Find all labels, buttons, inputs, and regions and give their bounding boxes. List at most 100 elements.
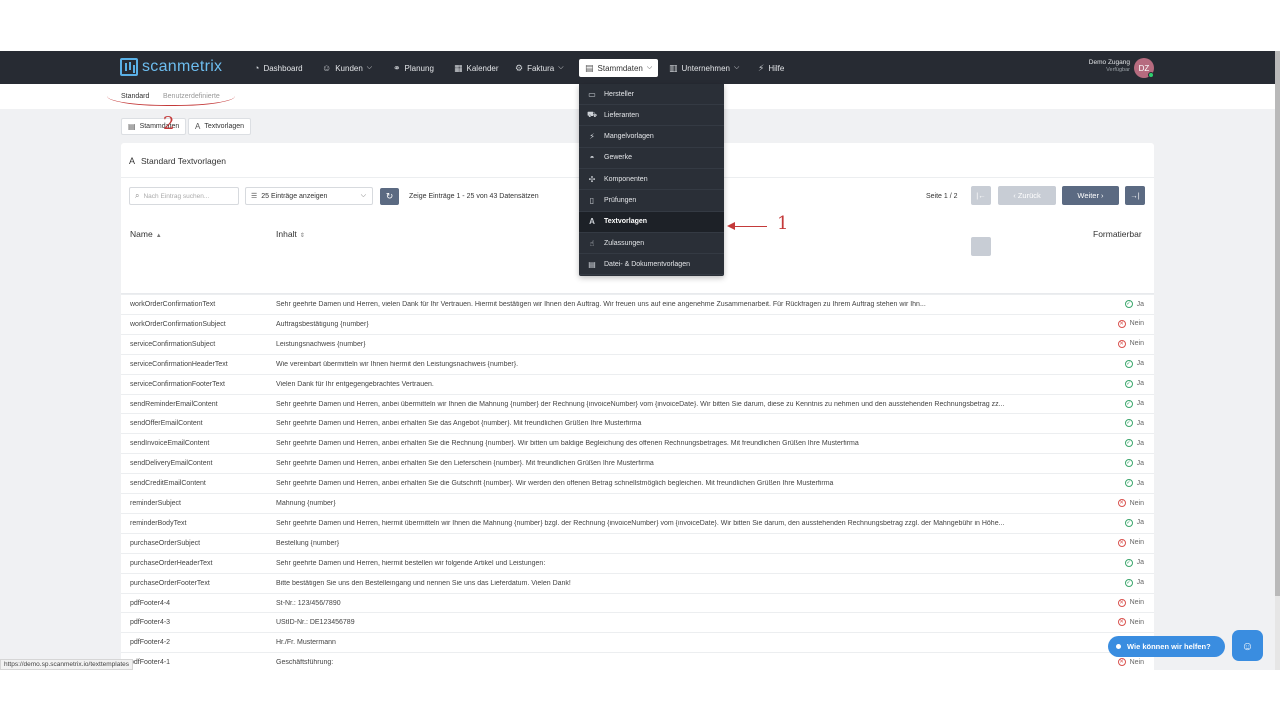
- table-row[interactable]: purchaseOrderSubject Bestellung {number} ✕…: [121, 532, 1154, 553]
- check-circle-icon: ✓: [1124, 359, 1133, 368]
- textvorlagen-button[interactable]: A Textvorlagen: [188, 118, 252, 135]
- cell-formatable: ✕Nein: [1117, 658, 1144, 667]
- dashboard-icon: ◔: [254, 63, 260, 73]
- table-row[interactable]: workOrderConfirmationSubject Auftragsbest…: [121, 313, 1154, 334]
- calendar-icon: ▦: [454, 62, 463, 73]
- table-row[interactable]: serviceConfirmationFooterText Vielen Dank…: [121, 373, 1154, 394]
- x-circle-icon: ✕: [1117, 319, 1126, 328]
- table-row[interactable]: workOrderConfirmationText Sehr geehrte Da…: [121, 294, 1154, 314]
- formatable-label: Nein: [1129, 539, 1144, 547]
- truck-icon: ⛟: [587, 110, 598, 120]
- brand-logo[interactable]: scanmetrix: [120, 58, 222, 76]
- cell-formatable: ✕Nein: [1117, 319, 1144, 328]
- dropdown-item-label: Hersteller: [604, 90, 634, 98]
- dropdown-item-textvorlagen[interactable]: A Textvorlagen: [579, 211, 724, 233]
- table-row[interactable]: purchaseOrderFooterText Bitte bestätigen …: [121, 572, 1154, 593]
- dropdown-item-lieferanten[interactable]: ⛟ Lieferanten: [579, 105, 724, 127]
- nav-hilfe[interactable]: ⚡ Hilfe: [758, 59, 784, 77]
- formatable-label: Nein: [1129, 340, 1144, 348]
- cell-formatable: ✓ Ja: [1124, 439, 1144, 448]
- table-row[interactable]: pdfFooter4-3 UStID-Nr.: DE123456789 ✕ Nein: [121, 612, 1154, 632]
- dropdown-item-komponenten[interactable]: ✣ Komponenten: [579, 169, 724, 191]
- first-page-button[interactable]: [971, 237, 991, 256]
- table-row[interactable]: purchaseOrderHeaderText Sehr geehrte Dame…: [121, 552, 1154, 573]
- column-header-name-label: Name: [130, 229, 153, 239]
- screenshot-stage: scanmetrix ◔ Dashboard ☺ Kunden ⌵ ⚭ Plan…: [0, 0, 1280, 720]
- chevron-right-icon: ›: [1098, 191, 1104, 200]
- dropdown-item-mangelvorlagen[interactable]: ⚡ Mangelvorlagen: [579, 127, 724, 148]
- formatable-label: Ja: [1136, 400, 1144, 407]
- chat-prompt-bubble[interactable]: Wie können wir helfen?: [1108, 636, 1225, 657]
- nav-dashboard[interactable]: ◔ Dashboard: [254, 59, 303, 77]
- column-header-formatierbar[interactable]: Formatierbar: [1093, 229, 1142, 239]
- formatable-label: Ja: [1136, 439, 1144, 447]
- dropdown-item-gewerke[interactable]: ◓ Gewerke: [579, 148, 724, 169]
- chat-open-button[interactable]: ☺: [1232, 630, 1263, 661]
- formatable-label: Ja: [1136, 360, 1144, 368]
- nav-unternehmen[interactable]: ▥ Unternehmen ⌵: [669, 59, 739, 77]
- cell-formatable: ✕Nein: [1117, 618, 1144, 627]
- last-page-button[interactable]: →|: [1125, 186, 1145, 205]
- nav-stammdaten[interactable]: ▤ Stammdaten ⌵: [579, 59, 659, 77]
- nav-faktura[interactable]: ⚙ Faktura ⌵: [515, 59, 564, 77]
- formatable-label: Ja: [1136, 300, 1144, 308]
- cell-formatable: ✓ Ja: [1124, 419, 1144, 428]
- column-header-inhalt[interactable]: Inhalt ⇕: [276, 229, 305, 239]
- x-circle-icon: ✕: [1117, 598, 1126, 607]
- cell-content: Sehr geehrte Damen und Herren, hiermit ü…: [276, 519, 1005, 527]
- table-row[interactable]: reminderSubject Mahnung {number} ✕ Nein: [121, 493, 1154, 513]
- table-row[interactable]: pdfFooter4-1 Geschäftsführung: ✕ Nein: [121, 652, 1154, 670]
- table-row[interactable]: reminderBodyText Sehr geehrte Damen und H…: [121, 512, 1154, 533]
- next-page-button[interactable]: Weiter ›: [1062, 186, 1119, 205]
- stammdaten-button[interactable]: ▤ Stammdaten: [121, 118, 187, 135]
- nav-kunden[interactable]: ☺ Kunden ⌵: [322, 59, 372, 77]
- cell-content: Geschäftsführung:: [276, 659, 334, 667]
- cell-name: sendCreditEmailContent: [130, 480, 206, 488]
- textvorlagen-button-label: Textvorlagen: [204, 123, 245, 130]
- cell-name: pdfFooter4-3: [130, 619, 171, 627]
- planning-icon: ⚭: [393, 62, 401, 73]
- table-row[interactable]: sendInvoiceEmailContent Sehr geehrte Dame…: [121, 433, 1154, 453]
- cell-content: Sehr geehrte Damen und Herren, anbei erh…: [276, 460, 654, 468]
- cell-content: Bitte bestätigen Sie uns den Bestelleing…: [276, 579, 571, 587]
- users-icon: ☺: [322, 63, 332, 73]
- nav-faktura-label: Faktura: [527, 63, 555, 73]
- dropdown-item-zulassungen[interactable]: ☝ Zulassungen: [579, 233, 724, 255]
- thumbs-up-icon: ☝: [589, 238, 595, 248]
- card-title-text: Standard Textvorlagen: [141, 156, 226, 166]
- search-input[interactable]: ⌕ Nach Eintrag suchen...: [129, 187, 239, 205]
- table-row[interactable]: serviceConfirmationHeaderText Wie vereinb…: [121, 353, 1154, 374]
- cell-content: Auftragsbestätigung {number}: [276, 320, 369, 328]
- nav-kalender-label: Kalender: [466, 63, 499, 73]
- table-row[interactable]: pdfFooter4-2Hr./Fr. Mustermann✕Nein: [121, 632, 1154, 652]
- stammdaten-dropdown-menu: ▭ Hersteller ⛟ Lieferanten ⚡ Mangelvorlagen ◓ G…: [579, 84, 724, 276]
- dropdown-item-hersteller[interactable]: ▭ Hersteller: [579, 84, 724, 105]
- column-header-name[interactable]: Name ▲: [130, 229, 162, 239]
- first-page-button[interactable]: |←: [971, 186, 991, 205]
- table-row[interactable]: sendOfferEmailContent Sehr geehrte Damen …: [121, 413, 1154, 433]
- prev-page-button[interactable]: ‹ Zurück: [998, 186, 1056, 205]
- top-navigation: scanmetrix ◔ Dashboard ☺ Kunden ⌵ ⚭ Plan…: [0, 51, 1275, 84]
- cell-formatable: ✓ Ja: [1124, 300, 1144, 308]
- table-row[interactable]: sendReminderEmailContent Sehr geehrte Dam…: [121, 393, 1154, 414]
- user-info[interactable]: Demo Zugang Verfügbar: [1089, 59, 1130, 73]
- formatable-label: Nein: [1129, 618, 1144, 626]
- table-row[interactable]: pdfFooter4-4 St-Nr.: 123/456/7890 ✕ Nein: [121, 592, 1154, 613]
- cell-name: serviceConfirmationHeaderText: [130, 360, 228, 368]
- column-header-formatierbar-label: Formatierbar: [1093, 229, 1142, 239]
- table-row[interactable]: serviceConfirmationSubject Leistungsnachw…: [121, 333, 1154, 354]
- cell-formatable: ✕Nein: [1117, 339, 1144, 348]
- dropdown-item-label: Komponenten: [604, 175, 648, 183]
- database-icon: ▤: [585, 62, 594, 73]
- chat-prompt-label: Wie können wir helfen?: [1127, 642, 1211, 651]
- scrollbar-thumb[interactable]: [1275, 51, 1280, 596]
- table-row[interactable]: sendCreditEmailContent Sehr geehrte Damen…: [121, 473, 1154, 493]
- dropdown-item-datei-dokumentvorlagen[interactable]: ▤ Datei- & Dokumentvorlagen: [579, 254, 724, 276]
- cell-name: reminderBodyText: [130, 519, 187, 527]
- nav-planung[interactable]: ⚭ Planung: [393, 59, 434, 77]
- entries-select[interactable]: ☰ 25 Einträge anzeigen ⌵: [245, 187, 373, 205]
- dropdown-item-prüfungen[interactable]: ▯ Prüfungen: [579, 191, 724, 212]
- refresh-button[interactable]: ↻: [380, 188, 399, 205]
- table-row[interactable]: sendDeliveryEmailContent Sehr geehrte Dam…: [121, 453, 1154, 473]
- nav-kalender[interactable]: ▦ Kalender: [454, 59, 499, 77]
